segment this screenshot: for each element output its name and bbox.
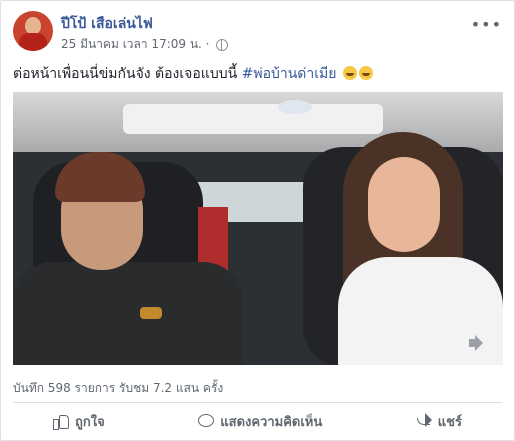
video-player[interactable] xyxy=(13,92,503,365)
like-button[interactable]: ถูกใจ xyxy=(13,406,145,436)
woman-figure xyxy=(318,132,503,365)
share-label: แชร์ xyxy=(437,414,462,430)
woman-face xyxy=(368,157,440,252)
man-figure xyxy=(13,152,243,365)
hashtag-link[interactable]: #พ่อบ้านด่าเมีย xyxy=(242,66,337,82)
laughing-emoji-icon xyxy=(358,66,373,80)
avatar-body xyxy=(19,33,47,51)
comment-button[interactable]: แสดงความคิดเห็น xyxy=(158,406,362,436)
avatar[interactable] xyxy=(13,11,53,51)
share-icon xyxy=(416,413,432,429)
post-text-body: ต่อหน้าเพื่อนนี่ข่มกันจัง ต้องเจอแบบนี้ xyxy=(13,66,242,82)
post-meta: 25 มีนาคม เวลา 17:09 น. · xyxy=(61,35,229,54)
sunroof xyxy=(123,104,383,134)
volume-icon[interactable] xyxy=(469,335,489,351)
timestamp[interactable]: 25 มีนาคม เวลา 17:09 น. · xyxy=(61,37,209,51)
man-hair xyxy=(55,152,145,202)
post-stats[interactable]: บันทึก 598 รายการ รับชม 7.2 แสน ครั้ง xyxy=(13,379,223,398)
roof-lamp xyxy=(278,100,312,114)
shirt-logo xyxy=(140,307,162,319)
laughing-emoji-icon xyxy=(342,66,357,80)
divider xyxy=(13,402,502,403)
like-label: ถูกใจ xyxy=(75,414,105,430)
post-text: ต่อหน้าเพื่อนนี่ข่มกันจัง ต้องเจอแบบนี้ … xyxy=(13,63,502,85)
action-bar: ถูกใจ แสดงความคิดเห็น แชร์ xyxy=(13,406,502,436)
globe-icon xyxy=(216,38,229,51)
man-torso xyxy=(13,262,243,365)
share-button[interactable]: แชร์ xyxy=(376,406,502,436)
like-icon xyxy=(53,413,69,430)
post-header: ปีโป้ เสือเล่นไฟ 25 มีนาคม เวลา 17:09 น.… xyxy=(13,11,502,53)
comment-icon xyxy=(198,413,215,429)
feed-post: ปีโป้ เสือเล่นไฟ 25 มีนาคม เวลา 17:09 น.… xyxy=(0,0,515,441)
more-icon[interactable]: ••• xyxy=(471,15,502,34)
comment-label: แสดงความคิดเห็น xyxy=(220,414,323,430)
author-name[interactable]: ปีโป้ เสือเล่นไฟ xyxy=(61,13,153,35)
